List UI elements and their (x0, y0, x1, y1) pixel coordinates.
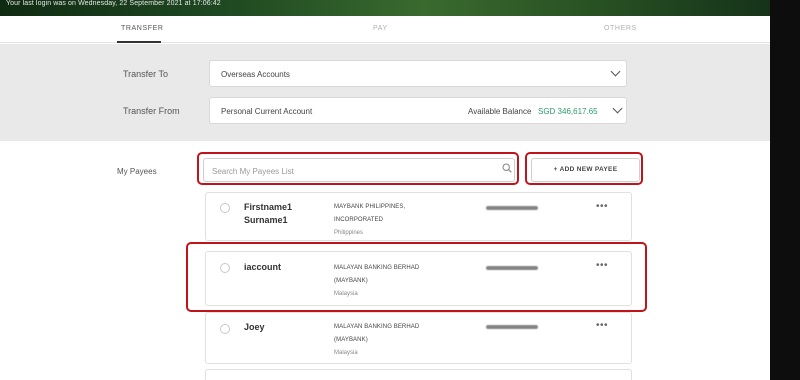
payee-search-box[interactable] (203, 158, 515, 182)
transfer-form-panel (0, 44, 770, 141)
payee-country: Malaysia (334, 350, 358, 356)
my-payees-label: My Payees (117, 167, 157, 176)
payee-bank-line2: INCORPORATED (334, 217, 384, 223)
payee-radio[interactable] (220, 203, 230, 213)
transfer-from-select[interactable]: Personal Current Account Available Balan… (209, 97, 627, 124)
tab-pay[interactable]: PAY (373, 25, 388, 32)
payee-card[interactable]: iaccount MALAYAN BANKING BERHAD (MAYBANK… (205, 251, 632, 306)
payee-name-first: iaccount (244, 262, 282, 272)
last-login-banner: Your last login was on Wednesday, 22 Sep… (0, 0, 770, 16)
more-dots-icon[interactable]: ••• (596, 202, 608, 212)
payee-bank-line2: (MAYBANK) (334, 278, 368, 284)
payee-card[interactable]: Joey MALAYAN BANKING BERHAD (MAYBANK) Ma… (205, 312, 632, 364)
payee-account-number-redacted (486, 266, 538, 270)
payee-radio[interactable] (220, 324, 230, 334)
payee-bank-line1: MALAYAN BANKING BERHAD (334, 324, 420, 330)
transfer-to-value: Overseas Accounts (221, 70, 290, 79)
last-login-text: Your last login was on Wednesday, 22 Sep… (6, 0, 221, 7)
available-balance-label: Available Balance (468, 107, 532, 116)
tab-transfer[interactable]: TRANSFER (121, 25, 164, 32)
payee-search-input[interactable] (212, 164, 492, 178)
payee-bank-line1: MAYBANK PHILIPPINES, (334, 204, 406, 210)
payee-bank-line1: MALAYAN BANKING BERHAD (334, 265, 420, 271)
payee-account-number-redacted (486, 206, 538, 210)
more-dots-icon[interactable]: ••• (596, 321, 608, 331)
transfer-to-select[interactable]: Overseas Accounts (209, 60, 627, 87)
chevron-down-icon (612, 103, 623, 114)
transfer-from-label: Transfer From (123, 106, 180, 116)
payee-country: Malaysia (334, 291, 358, 297)
more-dots-icon[interactable]: ••• (596, 261, 608, 271)
payee-radio[interactable] (220, 263, 230, 273)
payee-card[interactable]: Firstname1 Surname1 MAYBANK PHILIPPINES,… (205, 192, 632, 241)
top-tabs: TRANSFER PAY OTHERS (0, 16, 770, 43)
payee-country: Philippines (334, 230, 364, 236)
payee-bank-line2: (MAYBANK) (334, 337, 368, 343)
chevron-down-icon (610, 66, 621, 77)
active-tab-indicator (117, 41, 161, 43)
transfer-page: Your last login was on Wednesday, 22 Sep… (0, 0, 770, 380)
transfer-to-label: Transfer To (123, 69, 169, 79)
dark-side-strip (770, 0, 800, 380)
add-new-payee-button[interactable]: + ADD NEW PAYEE (531, 158, 640, 182)
search-icon[interactable] (502, 163, 512, 173)
transfer-from-value: Personal Current Account (221, 107, 313, 116)
payee-account-number-redacted (486, 325, 538, 329)
available-balance-value: SGD 346,617.65 (538, 107, 598, 116)
payee-name-first: Joey (244, 322, 265, 332)
payee-name-first: Firstname1 (244, 202, 293, 212)
tab-others[interactable]: OTHERS (604, 25, 637, 32)
payee-card[interactable] (205, 369, 632, 380)
payee-name-last: Surname1 (244, 215, 288, 225)
